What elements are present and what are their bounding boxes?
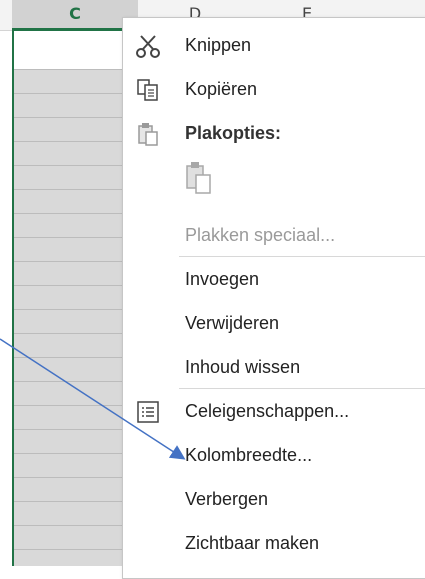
menu-item-verwijderen[interactable]: Verwijderen <box>123 305 425 343</box>
menu-separator <box>179 388 425 389</box>
menu-item-label: Kolombreedte... <box>185 445 313 465</box>
paste-option-keep-source[interactable] <box>181 159 215 199</box>
menu-item-label: Celeigenschappen... <box>185 401 350 421</box>
menu-item-label: Invoegen <box>185 269 260 289</box>
menu-section-label: Plakopties: <box>185 123 282 143</box>
selected-column-c[interactable] <box>12 31 140 566</box>
menu-item-knippen[interactable]: Knippen <box>123 27 425 65</box>
menu-item-label: Kopiëren <box>185 79 258 99</box>
menu-item-inhoud-wissen[interactable]: Inhoud wissen <box>123 349 425 387</box>
menu-item-label: Zichtbaar maken <box>185 533 320 553</box>
context-menu: Knippen Kopiëren Plakopties: Plakken spe… <box>122 17 425 579</box>
selected-column-c-first-cell[interactable] <box>12 31 140 69</box>
menu-separator <box>179 256 425 257</box>
menu-item-label: Verwijderen <box>185 313 280 333</box>
menu-item-label: Verbergen <box>185 489 269 509</box>
column-header-c[interactable]: C <box>12 0 138 31</box>
menu-item-kolombreedte[interactable]: Kolombreedte... <box>123 437 425 475</box>
menu-item-label: Plakken speciaal... <box>185 225 336 245</box>
paste-icon <box>135 122 161 146</box>
menu-item-invoegen[interactable]: Invoegen <box>123 261 425 299</box>
menu-item-kopieren[interactable]: Kopiëren <box>123 71 425 109</box>
menu-section-plakopties: Plakopties: <box>123 115 425 153</box>
menu-item-label: Inhoud wissen <box>185 357 301 377</box>
menu-item-zichtbaar-maken[interactable]: Zichtbaar maken <box>123 525 425 563</box>
format-cells-icon <box>135 400 161 424</box>
menu-item-label: Knippen <box>185 35 252 55</box>
copy-icon <box>135 78 161 102</box>
paste-icon <box>185 161 213 200</box>
menu-item-celeigenschappen[interactable]: Celeigenschappen... <box>123 393 425 431</box>
menu-item-plakken-speciaal[interactable]: Plakken speciaal... <box>123 217 425 255</box>
scissors-icon <box>135 34 161 58</box>
menu-item-verbergen[interactable]: Verbergen <box>123 481 425 519</box>
